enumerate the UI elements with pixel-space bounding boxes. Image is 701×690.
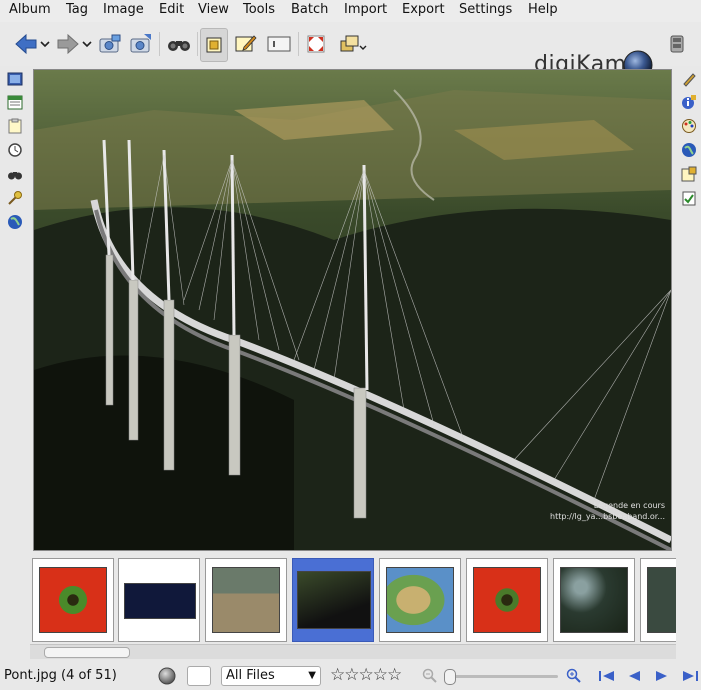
- fuzzy-search-tab-icon[interactable]: [7, 190, 23, 206]
- bridge-photo: [34, 70, 671, 550]
- menu-image[interactable]: Image: [103, 2, 144, 17]
- watermark-line1: Légende en cours: [593, 501, 665, 510]
- preview-mode-button[interactable]: [200, 28, 228, 62]
- import-camera-button[interactable]: [127, 28, 155, 60]
- thumb-image: [297, 571, 371, 629]
- metadata-tab-icon[interactable]: [681, 94, 697, 110]
- versions-tab-icon[interactable]: [681, 190, 697, 206]
- captions-tab-icon[interactable]: [681, 166, 697, 182]
- filmstrip-thumb[interactable]: [466, 558, 548, 642]
- calendar-tab-icon[interactable]: [7, 94, 23, 110]
- search-button[interactable]: [164, 28, 194, 60]
- right-settings-icon: [670, 35, 684, 53]
- filmstrip-thumb[interactable]: [379, 558, 461, 642]
- zoom-out-icon[interactable]: [422, 668, 438, 684]
- last-image-icon[interactable]: [681, 669, 699, 683]
- menu-bar: Album Tag Image Edit View Tools Batch Im…: [0, 0, 701, 22]
- toolbar-separator: [197, 32, 198, 56]
- colors-tab-icon[interactable]: [681, 118, 697, 134]
- chevron-down-icon: ▼: [308, 670, 316, 681]
- photo-watermark: Légende en cours http://lg_ya...bsbeaban…: [550, 500, 665, 522]
- first-image-icon[interactable]: [598, 669, 616, 683]
- rating-filter[interactable]: ☆☆☆☆☆: [330, 665, 402, 685]
- menu-batch[interactable]: Batch: [291, 2, 328, 17]
- thumb-image: [647, 567, 676, 633]
- menu-tag[interactable]: Tag: [66, 2, 88, 17]
- next-image-icon[interactable]: [654, 669, 670, 683]
- search-tab-icon[interactable]: [7, 166, 23, 182]
- menu-edit[interactable]: Edit: [159, 2, 184, 17]
- slideshow-icon: [267, 36, 291, 52]
- map-tab-icon[interactable]: [7, 214, 23, 230]
- left-sidebar: [0, 66, 30, 554]
- menu-export[interactable]: Export: [402, 2, 445, 17]
- albums-tab-icon[interactable]: [7, 71, 23, 87]
- status-bar: Pont.jpg (4 of 51) All Files ▼ ☆☆☆☆☆: [0, 662, 701, 690]
- filmstrip-thumb[interactable]: [118, 558, 200, 642]
- album-camera-button[interactable]: [96, 28, 124, 60]
- filmstrip-thumb[interactable]: [640, 558, 676, 642]
- menu-help[interactable]: Help: [528, 2, 558, 17]
- thumb-image: [39, 567, 107, 633]
- thumb-image: [473, 567, 541, 633]
- forward-arrow-icon: [57, 33, 92, 55]
- fullscreen-button[interactable]: [302, 28, 330, 60]
- filmstrip-thumb[interactable]: [205, 558, 287, 642]
- thumb-image: [124, 583, 196, 619]
- scrollbar-handle[interactable]: [44, 647, 130, 658]
- menu-settings[interactable]: Settings: [459, 2, 512, 17]
- fullscreen-icon: [307, 35, 325, 53]
- image-preview[interactable]: Légende en cours http://lg_ya...bsbeaban…: [33, 69, 672, 551]
- file-type-filter[interactable]: All Files ▼: [221, 666, 321, 686]
- right-sidebar: [676, 66, 701, 554]
- back-arrow-icon: [15, 33, 50, 55]
- thumbnail-filmstrip: [30, 556, 676, 644]
- slideshow-button[interactable]: [264, 28, 294, 60]
- menu-tools[interactable]: Tools: [243, 2, 275, 17]
- tags-tab-icon[interactable]: [7, 118, 23, 134]
- windows-button[interactable]: [336, 28, 370, 60]
- forward-button[interactable]: [54, 28, 94, 60]
- thumb-image: [386, 567, 454, 633]
- zoom-slider[interactable]: [444, 669, 558, 685]
- zoom-in-icon[interactable]: [566, 668, 582, 684]
- menu-album[interactable]: Album: [9, 2, 51, 17]
- menu-view[interactable]: View: [198, 2, 229, 17]
- edit-icon: [235, 35, 257, 52]
- import-camera-icon: [130, 34, 151, 53]
- progress-led-icon: [158, 667, 176, 685]
- filmstrip-scrollbar[interactable]: [30, 644, 676, 659]
- album-camera-icon: [99, 34, 121, 53]
- thumb-image: [560, 567, 628, 633]
- timeline-tab-icon[interactable]: [7, 142, 23, 158]
- toolbar-separator: [298, 32, 299, 56]
- file-position-label: Pont.jpg (4 of 51): [4, 668, 117, 683]
- properties-tab-icon[interactable]: [681, 71, 697, 87]
- geolocation-tab-icon[interactable]: [681, 142, 697, 158]
- toolbar-separator: [159, 32, 160, 56]
- back-button[interactable]: [12, 28, 52, 60]
- filmstrip-thumb-selected[interactable]: [292, 558, 374, 642]
- filmstrip-thumb[interactable]: [32, 558, 114, 642]
- windows-icon: [340, 35, 367, 52]
- main-toolbar: digiKam: [0, 22, 701, 80]
- text-filter-input[interactable]: [187, 666, 211, 686]
- right-panel-button[interactable]: [664, 28, 690, 60]
- menu-import[interactable]: Import: [344, 2, 387, 17]
- edit-button[interactable]: [232, 28, 260, 60]
- previous-image-icon[interactable]: [626, 669, 642, 683]
- watermark-line2: http://lg_ya...bsbeaband.or...: [550, 512, 665, 521]
- zoom-slider-knob[interactable]: [444, 669, 456, 685]
- filter-selected-value: All Files: [226, 668, 275, 683]
- preview-mode-icon: [206, 37, 222, 53]
- filmstrip-thumb[interactable]: [553, 558, 635, 642]
- thumb-image: [212, 567, 280, 633]
- binoculars-search-icon: [168, 41, 190, 51]
